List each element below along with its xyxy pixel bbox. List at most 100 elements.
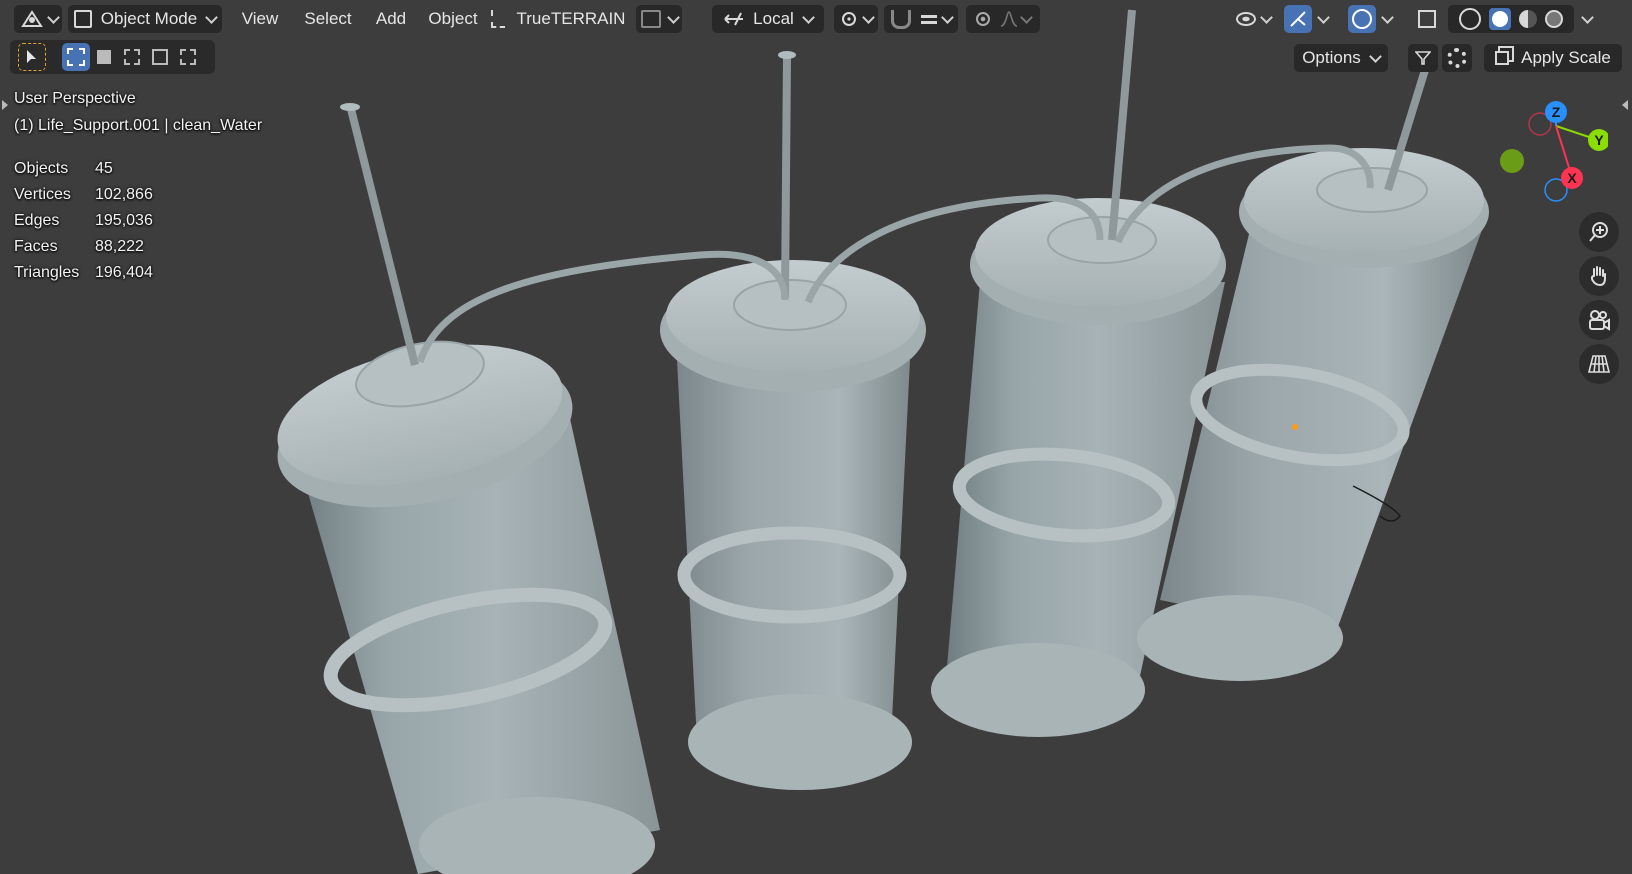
chevron-down-icon [1368, 49, 1382, 63]
gizmo-toggle[interactable] [1284, 5, 1312, 33]
proportional-edit-group[interactable] [966, 5, 1040, 33]
visibility-dropdown[interactable] [1230, 5, 1276, 33]
tank-2[interactable] [660, 51, 926, 790]
transform-orientation-dropdown[interactable]: Local [712, 5, 824, 33]
chevron-down-icon [666, 10, 680, 24]
gizmo-icon [1290, 11, 1306, 27]
chevron-down-icon [205, 10, 219, 24]
camera-view-button[interactable] [1579, 300, 1619, 340]
zoom-icon [1589, 222, 1608, 242]
editor-type-button[interactable] [14, 5, 62, 33]
camera-icon [1589, 310, 1610, 331]
chevron-down-icon [1316, 10, 1330, 24]
menu-select-label: Select [304, 9, 352, 28]
select-tool-button[interactable] [18, 43, 46, 71]
pivot-icon [841, 12, 856, 26]
chevron-down-icon [1259, 10, 1273, 24]
perspective-toggle-button[interactable] [1579, 344, 1619, 384]
solid-shading-icon[interactable] [1489, 8, 1511, 30]
xray-icon [1418, 10, 1436, 28]
options-label: Options [1302, 48, 1361, 67]
menu-object-label: Object [428, 9, 478, 28]
menu-add[interactable]: Add [366, 5, 416, 33]
navigation-gizmo[interactable]: Z Y X [1488, 96, 1608, 206]
settings-button[interactable] [1442, 44, 1472, 72]
apply-scale-label: Apply Scale [1521, 48, 1611, 67]
stat-label-objects: Objects [14, 160, 69, 177]
rendered-shading-icon[interactable] [1545, 10, 1563, 28]
curve-icon [640, 10, 661, 28]
select-tool-panel [10, 40, 215, 74]
select-invert-icon [152, 49, 168, 65]
zoom-button[interactable] [1579, 212, 1619, 252]
gear-icon [1447, 48, 1467, 68]
chevron-down-icon [1019, 10, 1033, 24]
overlays-toggle[interactable] [1348, 5, 1376, 33]
gizmo-x-axis[interactable]: X [1561, 167, 1583, 189]
object-origin-dot [1292, 424, 1298, 430]
grid-icon [1587, 355, 1611, 373]
stat-label-vertices: Vertices [14, 186, 71, 203]
stat-value-vertices: 102,866 [95, 186, 153, 203]
falloff-icon [1000, 11, 1017, 27]
pan-button[interactable] [1579, 256, 1619, 296]
menu-view-label: View [241, 9, 279, 28]
svg-text:Z: Z [1552, 104, 1561, 120]
toolbar-expand-arrow[interactable] [2, 100, 8, 110]
stat-value-edges: 195,036 [95, 212, 153, 229]
select-intersect-icon [180, 49, 196, 65]
menu-object[interactable]: Object [418, 5, 488, 33]
magnet-icon [890, 9, 911, 29]
xray-toggle[interactable] [1412, 5, 1442, 33]
menu-select[interactable]: Select [292, 5, 364, 33]
overlays-dropdown[interactable] [1376, 5, 1398, 33]
3d-viewport[interactable]: Object Mode View Select Add Object TrueT… [0, 0, 1632, 874]
orientation-icon [724, 12, 744, 26]
svg-text:Y: Y [1594, 132, 1604, 148]
gizmo-dropdown[interactable] [1312, 5, 1334, 33]
select-subtract-icon [124, 49, 140, 65]
select-mode-new[interactable] [62, 43, 90, 71]
wireframe-shading-icon[interactable] [1459, 8, 1481, 30]
options-dropdown[interactable]: Options [1294, 44, 1388, 72]
sidebar-expand-arrow[interactable] [1622, 100, 1628, 110]
chevron-down-icon [801, 10, 815, 24]
stat-value-triangles: 196,404 [95, 264, 153, 281]
cursor-icon [27, 50, 36, 63]
gizmo-z-axis[interactable]: Z [1545, 101, 1567, 123]
menu-view[interactable]: View [230, 5, 290, 33]
curve-dropdown[interactable] [636, 5, 682, 33]
chevron-down-icon [861, 10, 875, 24]
select-mode-invert[interactable] [146, 43, 174, 71]
chevron-down-icon [46, 10, 60, 24]
select-mode-intersect[interactable] [174, 43, 202, 71]
view-name: User Perspective [14, 90, 136, 107]
stat-label-triangles: Triangles [14, 264, 80, 281]
trueterrain-menu[interactable]: TrueTERRAIN [488, 5, 628, 33]
shading-group [1448, 5, 1574, 33]
chevron-down-icon [1380, 10, 1394, 24]
svg-text:X: X [1567, 170, 1577, 186]
mode-dropdown[interactable]: Object Mode [68, 5, 222, 33]
trueterrain-label: TrueTERRAIN [516, 9, 626, 28]
snap-increment-icon [920, 14, 937, 24]
tank-1[interactable] [264, 103, 660, 874]
select-mode-subtract[interactable] [118, 43, 146, 71]
chevron-down-icon [940, 10, 954, 24]
apply-scale-button[interactable]: Apply Scale [1484, 44, 1622, 72]
pivot-point-dropdown[interactable] [834, 5, 878, 33]
snap-group[interactable] [884, 5, 958, 33]
shading-dropdown[interactable] [1576, 5, 1598, 33]
object-context: (1) Life_Support.001 | clean_Water [14, 117, 263, 134]
mode-label: Object Mode [100, 9, 198, 28]
material-shading-icon[interactable] [1519, 10, 1537, 28]
select-new-icon [67, 48, 85, 66]
3d-viewport-icon [20, 10, 43, 27]
stat-label-edges: Edges [14, 212, 60, 229]
select-mode-extend[interactable] [90, 43, 118, 71]
gizmo-y-axis[interactable]: Y [1588, 129, 1608, 151]
apply-scale-icon [1495, 51, 1510, 65]
gizmo-neg-y[interactable] [1500, 149, 1524, 173]
filter-button[interactable] [1408, 44, 1438, 72]
select-extend-icon [97, 50, 111, 64]
